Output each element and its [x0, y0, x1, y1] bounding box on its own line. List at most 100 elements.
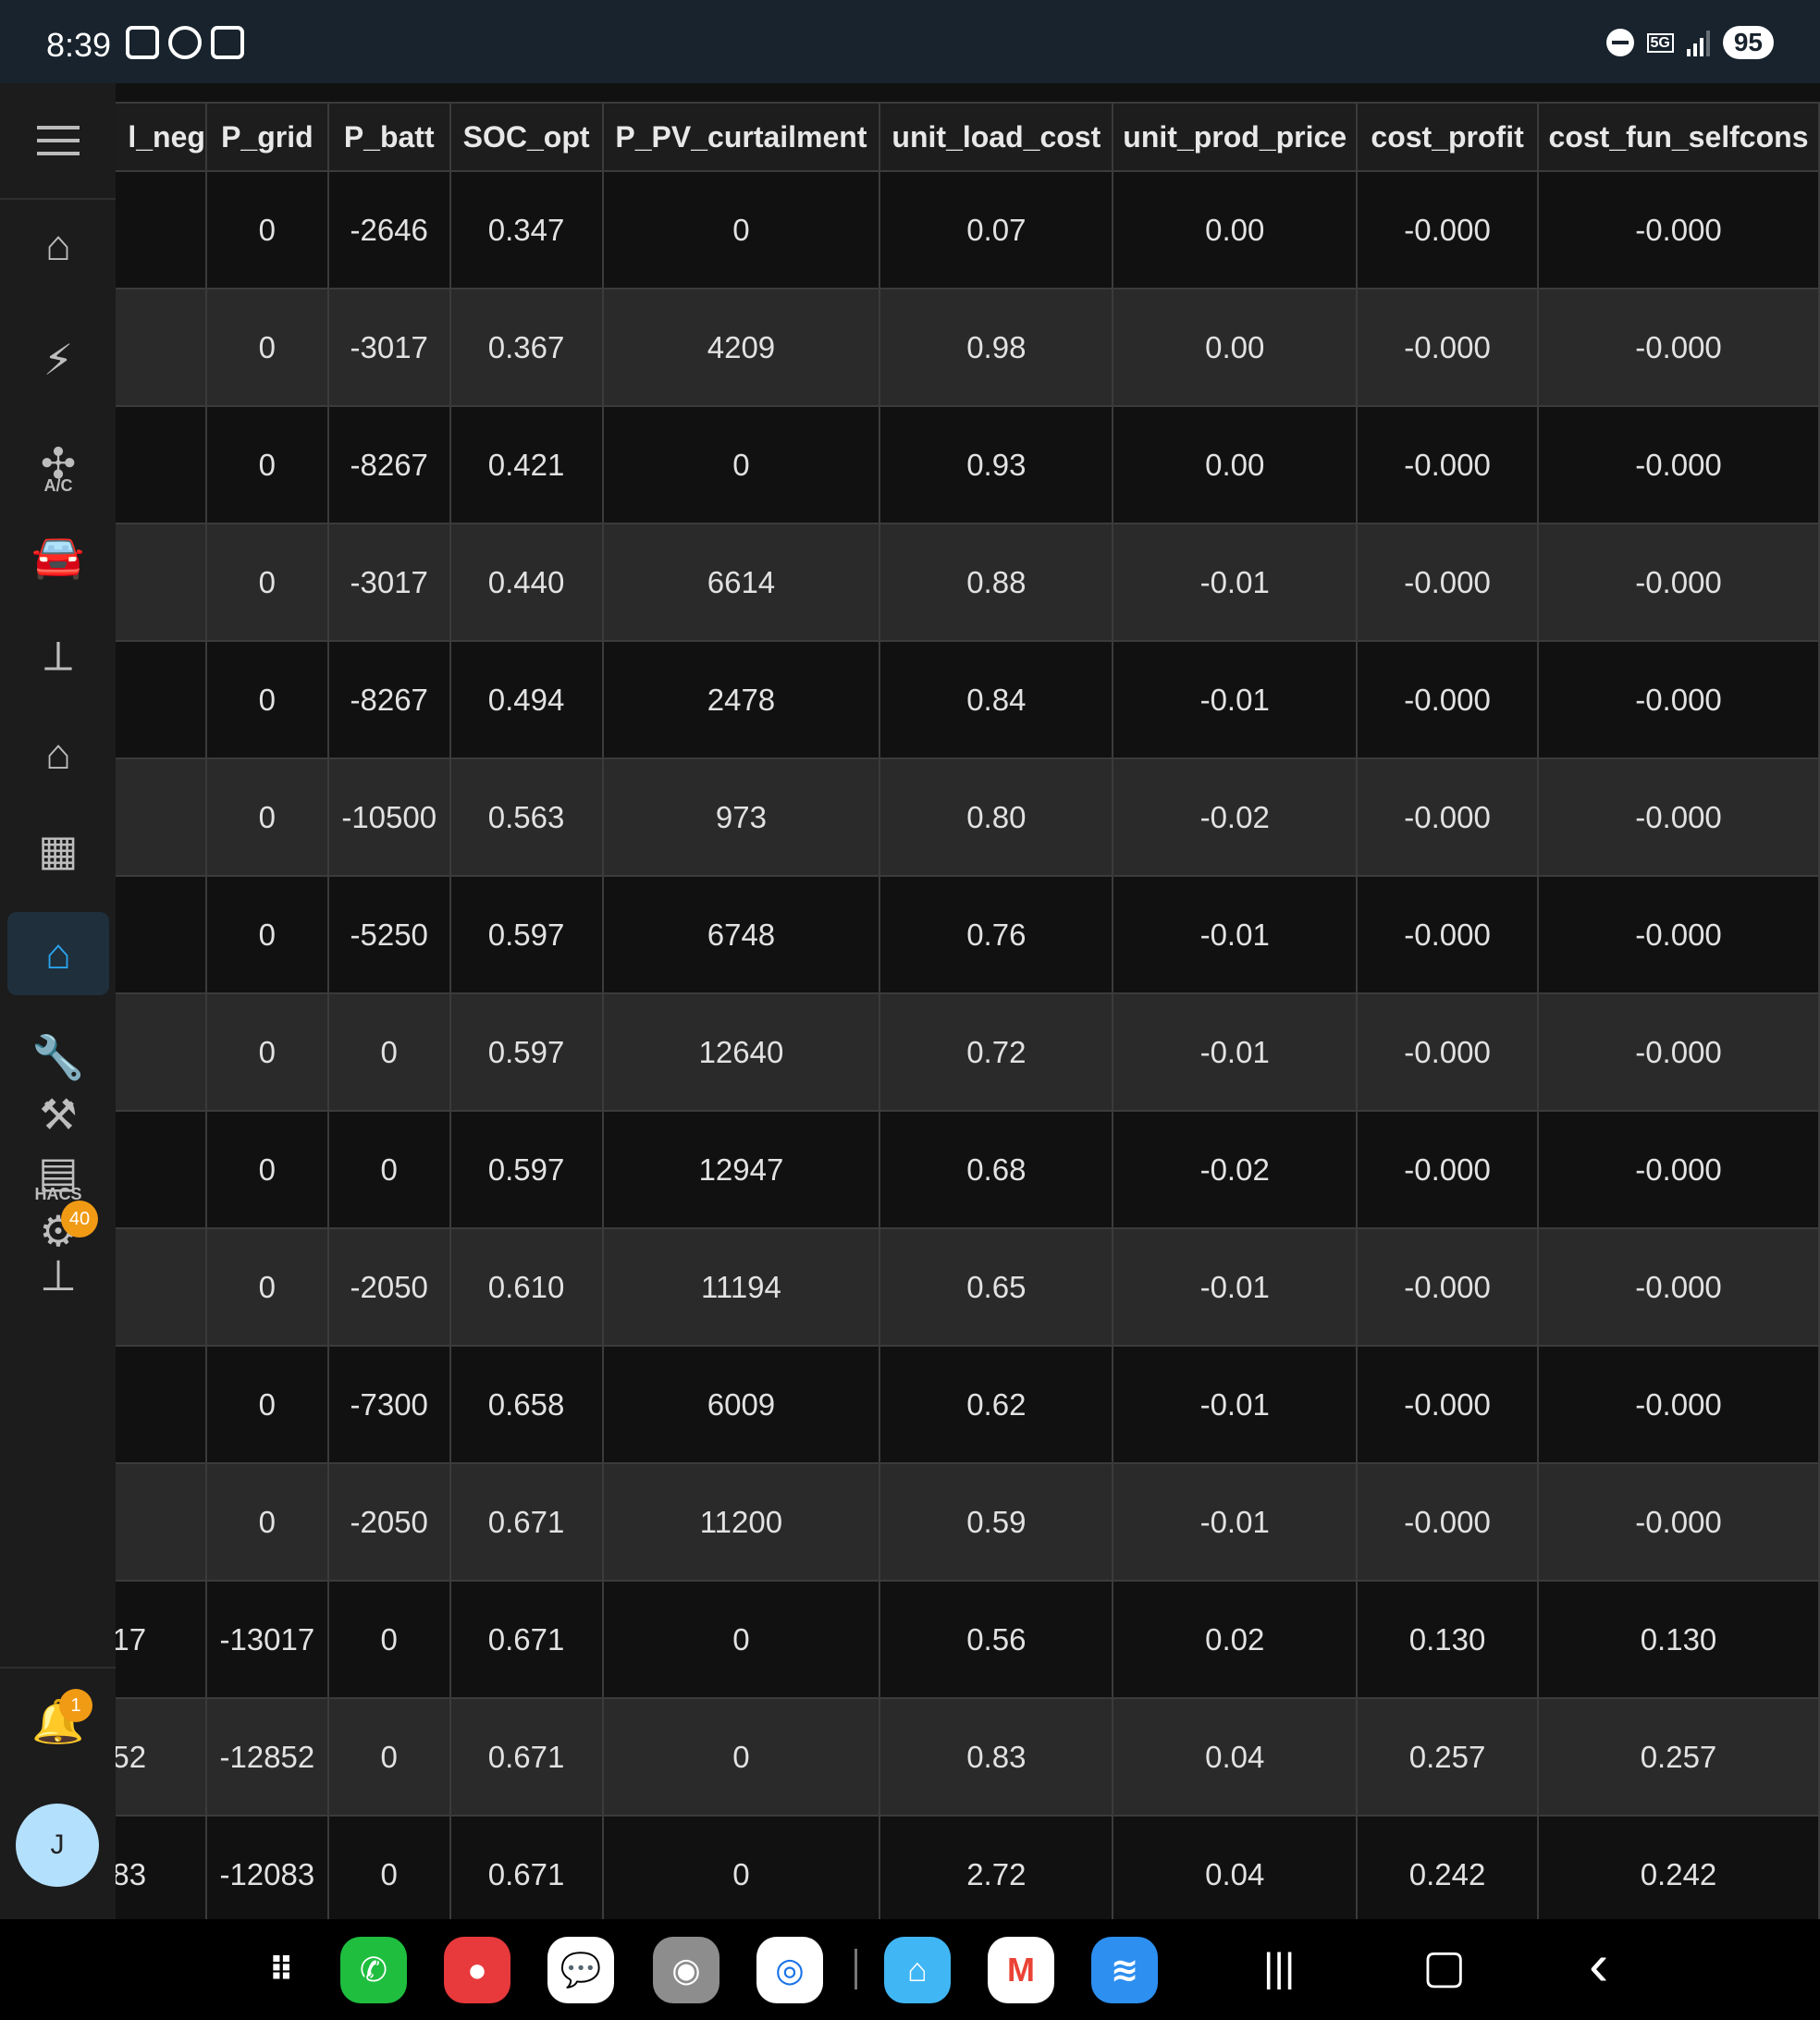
table-cell: -0.000	[1538, 1346, 1820, 1464]
table-row: )0-52500.59767480.76-0.01-0.000-0.000	[116, 876, 1820, 994]
table-cell: 0.597	[449, 993, 604, 1112]
notifications-bell-icon[interactable]: 🔔 1	[7, 1680, 109, 1763]
dashboard-icon[interactable]: ▦	[7, 808, 109, 892]
column-header[interactable]: l_neg	[116, 102, 207, 172]
table-cell: -0.01	[1113, 1228, 1359, 1347]
column-header[interactable]: unit_prod_price	[1113, 102, 1359, 172]
developer-tools-icon[interactable]: ⚒	[7, 1073, 109, 1156]
table-cell: 352	[116, 1698, 207, 1817]
table-cell: 0.242	[1538, 1816, 1820, 1919]
table-cell: 0.610	[449, 1228, 604, 1347]
column-header[interactable]: SOC_opt	[449, 102, 604, 172]
folder-app-icon[interactable]: ◉	[653, 1937, 719, 2003]
table-cell: 973	[602, 758, 881, 877]
user-avatar[interactable]: J	[16, 1804, 99, 1887]
table-cell: -5250	[327, 876, 451, 994]
table-cell: -0.01	[1113, 523, 1359, 642]
column-header[interactable]: cost_profit	[1357, 102, 1540, 172]
table-cell: 0.00	[1113, 171, 1359, 289]
recents-button[interactable]: |||	[1263, 1945, 1295, 1991]
table-cell: -10500	[327, 758, 451, 877]
table-cell: 0	[205, 641, 329, 759]
table-cell: 0	[327, 1816, 451, 1919]
table-row: )0-30170.36742090.980.00-0.000-0.000	[116, 289, 1820, 407]
ac-fan-icon[interactable]: ✣ A/C	[7, 422, 109, 505]
column-header[interactable]: P_batt	[327, 102, 451, 172]
table-cell: 0	[205, 171, 329, 289]
network-type-icon: 5G	[1646, 32, 1674, 53]
screen-record-icon	[168, 26, 202, 59]
chrome-app-icon[interactable]: ◎	[756, 1937, 823, 2003]
column-header[interactable]: P_PV_curtailment	[602, 102, 881, 172]
table-cell: 0.671	[449, 1816, 604, 1919]
table-row: 083-1208300.67102.720.040.2420.242	[116, 1816, 1820, 1919]
table-row: )0-105000.5639730.80-0.02-0.000-0.000	[116, 758, 1820, 877]
lamp-icon[interactable]: ⟂	[7, 615, 109, 698]
home-battery-2-icon[interactable]: ⌂	[7, 712, 109, 795]
gmail-app-icon[interactable]: M	[988, 1937, 1054, 2003]
table-cell: 12947	[602, 1111, 881, 1229]
table-cell: -3017	[327, 523, 451, 642]
table-cell: -2050	[327, 1228, 451, 1347]
phone-app-icon[interactable]: ✆	[340, 1937, 407, 2003]
table-cell: -0.000	[1538, 1228, 1820, 1347]
home-button[interactable]: ▢	[1422, 1940, 1466, 1993]
settings-icon[interactable]: ⚙ 40	[7, 1189, 109, 1273]
table-cell: 0.98	[879, 289, 1114, 407]
table-cell: -0.02	[1113, 1111, 1359, 1229]
car-icon[interactable]: 🚘	[7, 514, 109, 597]
table-row: )0-82670.42100.930.00-0.000-0.000	[116, 406, 1820, 524]
table-cell: -0.000	[1538, 523, 1820, 642]
column-header[interactable]: P_grid	[205, 102, 329, 172]
calendar-icon	[211, 26, 244, 59]
column-header[interactable]: cost_fun_selfcons	[1538, 102, 1820, 172]
table-cell: 0	[205, 758, 329, 877]
table-cell: 0.440	[449, 523, 604, 642]
table-cell: 6748	[602, 876, 881, 994]
table-cell: -13017	[205, 1581, 329, 1699]
table-cell: 0	[602, 1581, 881, 1699]
table-cell: 0	[602, 1816, 881, 1919]
table-cell: -0.000	[1357, 406, 1540, 524]
app-drawer-icon[interactable]: ⠿	[248, 1937, 314, 2003]
table-cell: -0.000	[1357, 1228, 1540, 1347]
table-cell: 0.242	[1357, 1816, 1540, 1919]
table-cell: 0.68	[879, 1111, 1114, 1229]
table-cell: 0	[205, 1228, 329, 1347]
table-cell: -12852	[205, 1698, 329, 1817]
home-battery-icon[interactable]: ⌂	[7, 203, 109, 287]
navigation-bar: ⠿ ✆ ● 💬 ◉ ◎ ⌂ M ≋ ||| ▢ ‹	[0, 1919, 1820, 2020]
back-button[interactable]: ‹	[1589, 1930, 1608, 1999]
table-cell: 4209	[602, 289, 881, 407]
table-cell: )	[116, 1346, 207, 1464]
menu-icon[interactable]	[37, 126, 80, 159]
table-cell: 0.04	[1113, 1816, 1359, 1919]
sidebar: ⌂ ⚡ ✣ A/C 🚘 ⟂ ⌂ ▦ ⌂ 🔧 ▤ HACS ⊥ ⚒ ⚙ 40 🔔 1 J	[0, 83, 116, 1919]
battery-indicator: 95	[1722, 26, 1774, 59]
table-cell: )	[116, 1463, 207, 1582]
table-row: )0-30170.44066140.88-0.01-0.000-0.000	[116, 523, 1820, 642]
table-cell: 0	[327, 1581, 451, 1699]
energy-bolt-icon[interactable]: ⚡	[7, 318, 109, 401]
home-lightning-icon[interactable]: ⌂	[7, 912, 109, 995]
sidebar-item-label: A/C	[43, 476, 73, 495]
table-cell: 0.00	[1113, 406, 1359, 524]
table-cell: -0.01	[1113, 641, 1359, 759]
data-table-container[interactable]: l_neg P_grid P_batt SOC_opt P_PV_curtailment…	[116, 102, 1820, 1919]
table-cell: 0.347	[449, 171, 604, 289]
home-assistant-app-icon[interactable]: ⌂	[884, 1937, 951, 2003]
table-cell: -8267	[327, 641, 451, 759]
column-header[interactable]: unit_load_cost	[879, 102, 1114, 172]
table-cell: -0.000	[1538, 289, 1820, 407]
contacts-app-icon[interactable]: ●	[444, 1937, 510, 2003]
weather-app-icon[interactable]: ≋	[1091, 1937, 1158, 2003]
messages-app-icon[interactable]: 💬	[547, 1937, 614, 2003]
table-cell: -12083	[205, 1816, 329, 1919]
table-cell: )	[116, 171, 207, 289]
table-cell: 6614	[602, 523, 881, 642]
table-cell: -0.000	[1538, 641, 1820, 759]
table-cell: 0.02	[1113, 1581, 1359, 1699]
table-row: )0-82670.49424780.84-0.01-0.000-0.000	[116, 641, 1820, 759]
table-cell: 0	[602, 406, 881, 524]
table-header-row: l_neg P_grid P_batt SOC_opt P_PV_curtailment…	[116, 102, 1820, 172]
